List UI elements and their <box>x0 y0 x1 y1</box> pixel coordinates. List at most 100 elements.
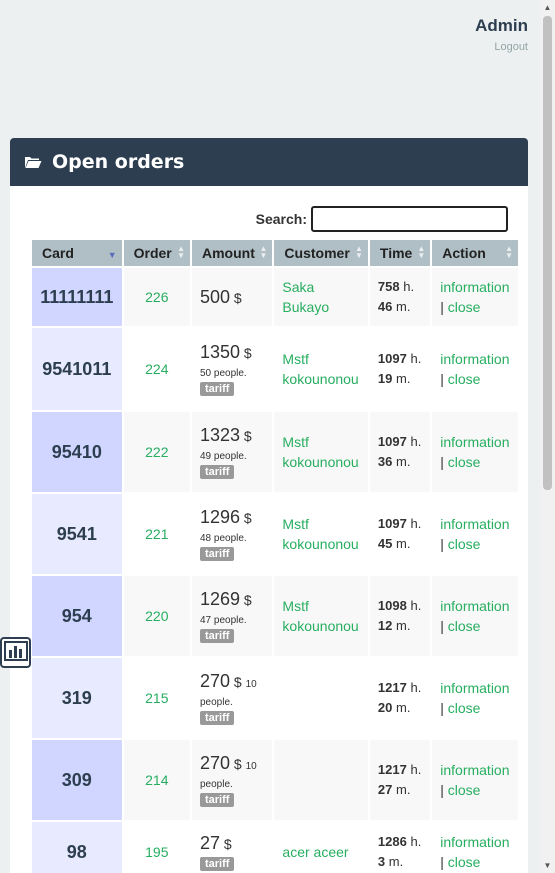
column-header-action[interactable]: Action ▲ ▼ <box>432 240 518 266</box>
time-hours: 1286 <box>377 834 407 849</box>
amount-cell: 270 $ 10 people. tariff <box>191 740 273 820</box>
order-link[interactable]: 215 <box>123 658 190 738</box>
action-separator: | <box>440 371 444 387</box>
order-link[interactable]: 220 <box>123 576 190 656</box>
card-cell: 954 <box>32 576 122 656</box>
customer-link[interactable] <box>274 658 368 738</box>
time-minutes: 3 <box>377 854 386 869</box>
people-count: 50 people. <box>199 368 247 379</box>
time-hours: 1097 <box>377 351 407 366</box>
tariff-badge: tariff <box>199 547 235 561</box>
amount-value: 1323 <box>199 425 241 445</box>
order-link[interactable]: 224 <box>123 328 190 410</box>
time-minutes: 36 <box>377 454 393 469</box>
minutes-unit: m. <box>396 618 411 633</box>
close-link[interactable]: close <box>448 371 481 387</box>
information-link[interactable]: information <box>440 834 509 850</box>
card-cell: 9541 <box>32 494 122 574</box>
information-link[interactable]: information <box>440 516 509 532</box>
amount-value: 1350 <box>199 342 241 362</box>
card-cell: 319 <box>32 658 122 738</box>
close-link[interactable]: close <box>448 536 481 552</box>
action-cell: information | close <box>432 328 518 410</box>
minutes-unit: m. <box>396 782 411 797</box>
close-link[interactable]: close <box>448 454 481 470</box>
currency: $ <box>243 428 252 444</box>
table-row: 9541 221 1296 $ 48 people. tariff Mstf kokou… <box>32 494 518 574</box>
card-cell: 309 <box>32 740 122 820</box>
bar-chart-icon[interactable] <box>0 637 31 668</box>
column-header-amount[interactable]: Amount ▲ ▼ <box>191 240 273 266</box>
customer-link[interactable]: Mstf kokounonou <box>274 494 368 574</box>
page-scrollbar[interactable]: ▲ ▼ <box>540 0 555 873</box>
orders-table: Card ▼ Order ▲ ▼ Amount ▲ ▼ Customer ▲ ▼ Time ▲ ▼… <box>30 238 520 873</box>
search-input[interactable] <box>311 206 508 232</box>
close-link[interactable]: close <box>448 299 481 315</box>
open-orders-panel: Open orders Search: Card ▼ Order ▲ ▼ Amount… <box>10 138 528 873</box>
order-link[interactable]: 226 <box>123 268 190 326</box>
user-name: Admin <box>475 16 528 35</box>
currency: $ <box>233 289 242 306</box>
scroll-thumb[interactable] <box>543 16 552 490</box>
customer-link[interactable] <box>274 740 368 820</box>
amount-cell: 1269 $ 47 people. tariff <box>191 576 273 656</box>
minutes-unit: m. <box>388 854 404 869</box>
table-row: 319 215 270 $ 10 people. tariff 1217 h. 20 m… <box>32 658 518 738</box>
column-header-order[interactable]: Order ▲ ▼ <box>123 240 190 266</box>
action-cell: information | close <box>432 658 518 738</box>
customer-link[interactable]: acer aceer <box>274 822 368 873</box>
action-separator: | <box>440 854 444 870</box>
card-cell: 98 <box>32 822 122 873</box>
people-count: 47 people. <box>199 615 247 626</box>
minutes-unit: m. <box>396 299 411 314</box>
customer-link[interactable]: Mstf kokounonou <box>274 576 368 656</box>
amount-cell: 1350 $ 50 people. tariff <box>191 328 273 410</box>
information-link[interactable]: information <box>440 279 509 295</box>
currency: $ <box>233 674 242 690</box>
action-cell: information | close <box>432 494 518 574</box>
close-link[interactable]: close <box>448 854 481 870</box>
time-hours: 1217 <box>377 762 407 777</box>
information-link[interactable]: information <box>440 598 509 614</box>
action-separator: | <box>440 299 444 315</box>
amount-cell: 1296 $ 48 people. tariff <box>191 494 273 574</box>
column-header-time[interactable]: Time ▲ ▼ <box>369 240 431 266</box>
panel-title: Open orders <box>52 151 185 173</box>
information-link[interactable]: information <box>440 351 509 367</box>
panel-header: Open orders <box>10 138 528 186</box>
amount-cell: 1323 $ 49 people. tariff <box>191 412 273 492</box>
sort-icon: ▲ ▼ <box>259 244 268 260</box>
time-hours: 758 <box>377 279 400 294</box>
amount-value: 270 <box>199 671 231 691</box>
customer-link[interactable]: Mstf kokounonou <box>274 328 368 410</box>
time-minutes: 27 <box>377 782 393 797</box>
close-link[interactable]: close <box>448 700 481 716</box>
scroll-down-arrow-icon[interactable]: ▼ <box>540 858 555 873</box>
sort-icon: ▲ ▼ <box>355 244 363 260</box>
tariff-badge: tariff <box>199 711 235 725</box>
information-link[interactable]: information <box>440 762 509 778</box>
column-header-card[interactable]: Card ▼ <box>32 240 122 266</box>
customer-link[interactable]: Saka Bukayo <box>274 268 368 326</box>
tariff-badge: tariff <box>199 857 235 871</box>
minutes-unit: m. <box>396 700 411 715</box>
sort-desc-icon: ▼ <box>107 250 117 260</box>
close-link[interactable]: close <box>448 618 481 634</box>
customer-link[interactable]: Mstf kokounonou <box>274 412 368 492</box>
action-cell: information | close <box>432 268 518 326</box>
information-link[interactable]: information <box>440 680 509 696</box>
logout-link[interactable]: Logout <box>494 41 528 53</box>
time-cell: 1097 h. 36 m. <box>369 412 431 492</box>
scroll-up-arrow-icon[interactable]: ▲ <box>540 0 555 15</box>
information-link[interactable]: information <box>440 434 509 450</box>
order-link[interactable]: 195 <box>123 822 190 873</box>
order-link[interactable]: 221 <box>123 494 190 574</box>
minutes-unit: m. <box>396 536 411 551</box>
column-header-customer[interactable]: Customer ▲ ▼ <box>274 240 368 266</box>
action-separator: | <box>440 700 444 716</box>
order-link[interactable]: 222 <box>123 412 190 492</box>
time-cell: 1097 h. 19 m. <box>369 328 431 410</box>
close-link[interactable]: close <box>448 782 481 798</box>
hours-unit: h. <box>410 434 422 449</box>
order-link[interactable]: 214 <box>123 740 190 820</box>
